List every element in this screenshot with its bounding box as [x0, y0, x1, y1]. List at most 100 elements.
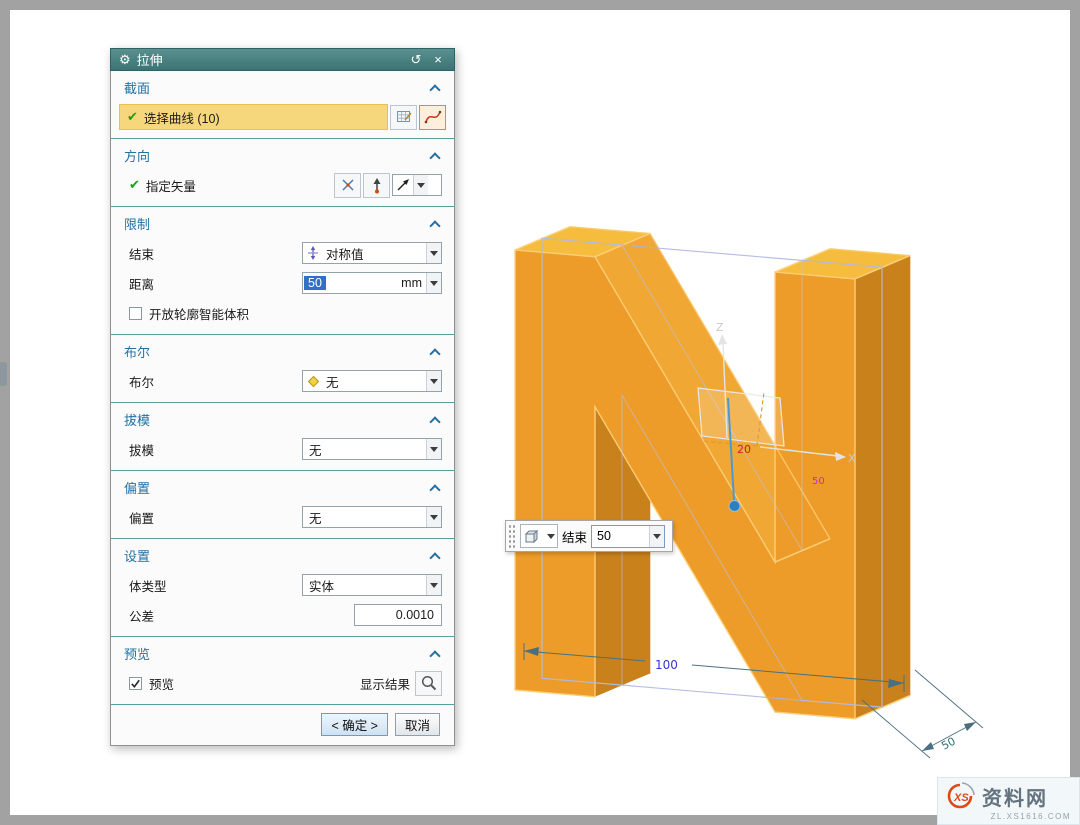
handle-dimension-label[interactable]: 50 [812, 476, 825, 487]
tolerance-input[interactable]: 0.0010 [354, 604, 442, 626]
chevron-up-icon [429, 152, 440, 163]
reset-icon[interactable]: ↺ [408, 53, 424, 66]
section-group-preview: 预览 预览 显示结果 [111, 636, 454, 704]
application-window: X Z 100 50 20 50 [0, 0, 1080, 825]
offset-label: 偏置 [129, 508, 154, 527]
boolean-dropdown[interactable]: 无 [302, 370, 442, 392]
section-group-settings: 设置 体类型 实体 公差 0.0010 [111, 538, 454, 636]
section-header-direction[interactable]: 方向 [111, 141, 454, 170]
chevron-up-icon [429, 650, 440, 661]
distance-value[interactable]: 50 [304, 276, 326, 290]
select-curve-label: 选择曲线 (10) [144, 108, 220, 127]
section-group-limits: 限制 结束 对称值 [111, 206, 454, 334]
section-header-section[interactable]: 截面 [111, 73, 454, 102]
panel-collapse-tab[interactable] [0, 362, 7, 386]
inferred-vector-button[interactable] [334, 173, 361, 198]
dropdown-arrow-icon [426, 575, 441, 595]
show-result-button[interactable] [415, 671, 442, 696]
body-type-dropdown[interactable]: 实体 [302, 574, 442, 596]
extrude-dialog: ⚙ 拉伸 ↺ × 截面 ✔ 选择曲线 (10) [110, 48, 455, 746]
dropdown-arrow-icon [426, 371, 441, 391]
distance-input[interactable]: 50 mm [302, 272, 442, 294]
inferred-vector-icon [339, 176, 357, 194]
handle-ball[interactable] [729, 501, 740, 512]
end-type-dropdown[interactable]: 对称值 [302, 242, 442, 264]
check-icon: ✔ [127, 109, 138, 125]
onscreen-input-toolbar: 结束 50 [505, 520, 673, 552]
watermark-site-name: 资料网 [982, 782, 1048, 811]
extruded-solid-n[interactable] [515, 222, 910, 724]
show-result-label: 显示结果 [360, 674, 410, 693]
select-curve-row[interactable]: ✔ 选择曲线 (10) [111, 102, 454, 132]
watermark-site-url: ZL.XS1616.COM [944, 812, 1071, 821]
boolean-label: 布尔 [129, 372, 154, 391]
cancel-button[interactable]: 取消 [395, 713, 440, 736]
distance-unit: mm [401, 276, 422, 290]
x-axis-label: X [848, 452, 856, 465]
checkmark-icon [130, 678, 141, 689]
chevron-up-icon [429, 220, 440, 231]
axis-vector-icon [393, 177, 413, 193]
preview-label: 预览 [149, 674, 174, 693]
drag-grip[interactable] [508, 524, 516, 548]
section-group-draft: 拔模 拔模 无 [111, 402, 454, 470]
select-curve-highlight[interactable]: ✔ 选择曲线 (10) [119, 104, 388, 130]
end-type-value: 对称值 [323, 244, 426, 263]
section-header-draft[interactable]: 拔模 [111, 405, 454, 434]
vector-flip-button[interactable] [363, 173, 390, 198]
body-type-value: 实体 [303, 576, 426, 595]
end-distance-input[interactable]: 50 [591, 525, 665, 548]
symmetric-value-icon [303, 246, 323, 260]
dropdown-arrow-icon[interactable] [426, 273, 441, 293]
offset-dropdown[interactable]: 无 [302, 506, 442, 528]
watermark-logo-text: XS [953, 792, 969, 804]
section-header-limits[interactable]: 限制 [111, 209, 454, 238]
dropdown-arrow-icon [413, 175, 428, 195]
dialog-title: 拉伸 [137, 50, 402, 69]
dropdown-arrow-icon [426, 243, 441, 263]
preview-checkbox[interactable] [129, 677, 142, 690]
depth-dimension-label[interactable]: 50 [939, 735, 957, 753]
end-mode-dropdown[interactable] [520, 524, 558, 548]
sketch-section-button[interactable] [390, 105, 417, 130]
tolerance-label: 公差 [129, 606, 154, 625]
watermark: XS 资料网 ZL.XS1616.COM [937, 777, 1080, 825]
boolean-value: 无 [323, 372, 426, 391]
draft-dropdown[interactable]: 无 [302, 438, 442, 460]
section-header-boolean[interactable]: 布尔 [111, 337, 454, 366]
body-type-label: 体类型 [129, 576, 167, 595]
offset-value: 无 [303, 508, 426, 527]
curve-icon [424, 108, 442, 126]
section-group-offset: 偏置 偏置 无 [111, 470, 454, 538]
draft-value: 无 [303, 440, 426, 459]
specify-vector-label: 指定矢量 [146, 176, 196, 195]
chevron-up-icon [429, 416, 440, 427]
section-header-offset[interactable]: 偏置 [111, 473, 454, 502]
close-icon[interactable]: × [430, 53, 446, 66]
watermark-logo-icon: XS [944, 781, 978, 811]
input-dropdown-button[interactable] [649, 526, 664, 547]
end-label: 结束 [129, 244, 154, 263]
open-profile-checkbox[interactable] [129, 307, 142, 320]
chevron-up-icon [429, 348, 440, 359]
dialog-titlebar[interactable]: ⚙ 拉伸 ↺ × [110, 48, 455, 71]
draft-label: 拔模 [129, 440, 154, 459]
vector-type-dropdown[interactable] [392, 174, 442, 196]
distance-label: 距离 [129, 274, 154, 293]
chevron-up-icon [429, 84, 440, 95]
section-header-settings[interactable]: 设置 [111, 541, 454, 570]
gear-icon[interactable]: ⚙ [119, 53, 131, 66]
sketch-dimension-label[interactable]: 20 [737, 443, 751, 456]
section-group-boolean: 布尔 布尔 无 [111, 334, 454, 402]
vector-arrow-icon [368, 176, 386, 194]
chevron-up-icon [429, 552, 440, 563]
dialog-footer: < 确定 > 取消 [111, 704, 454, 745]
chevron-up-icon [429, 484, 440, 495]
section-header-preview[interactable]: 预览 [111, 639, 454, 668]
magnifier-icon [420, 674, 438, 692]
sketch-icon [395, 108, 413, 126]
end-label: 结束 [562, 527, 587, 546]
ok-button[interactable]: < 确定 > [321, 713, 388, 736]
curve-select-button[interactable] [419, 105, 446, 130]
width-dimension-label[interactable]: 100 [655, 658, 678, 672]
